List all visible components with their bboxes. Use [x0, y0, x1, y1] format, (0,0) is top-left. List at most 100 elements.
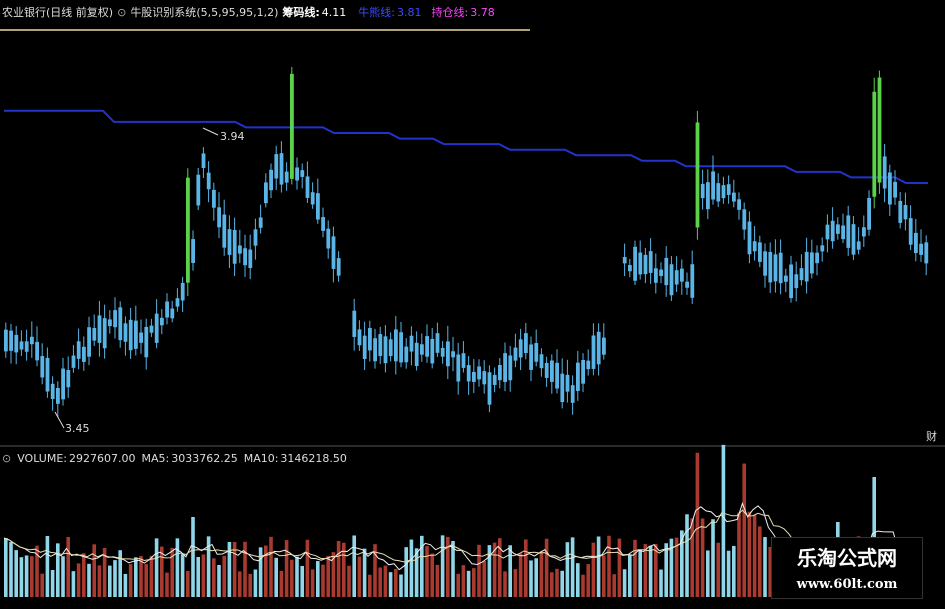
volume-bar — [461, 565, 466, 597]
volume-bar — [175, 538, 180, 597]
candle-body — [524, 333, 528, 354]
volume-bar — [487, 545, 492, 597]
volume-icon[interactable]: ⊙ — [2, 452, 11, 465]
volume-bar — [212, 558, 216, 597]
candle-body — [586, 360, 591, 370]
candle-body — [222, 214, 227, 248]
candle-body — [321, 217, 325, 231]
volume-label: VOLUME: — [17, 452, 67, 465]
candle-body — [716, 183, 721, 202]
indicator-icon[interactable]: ⊙ — [117, 6, 126, 19]
candle-body — [258, 217, 263, 228]
volume-bar — [14, 550, 18, 597]
candle-body — [92, 327, 97, 341]
candle-body — [253, 229, 258, 246]
candle-body — [466, 365, 471, 382]
indicator-params: (5,5,95,95,1,2) — [196, 5, 279, 19]
volume-bar — [357, 556, 362, 597]
volume-value: 2927607.00 — [69, 452, 136, 465]
volume-bar — [108, 565, 112, 597]
volume-bar — [503, 571, 507, 597]
candle-body — [40, 356, 45, 378]
volume-bar — [258, 547, 263, 597]
volume-bar — [113, 560, 117, 597]
candle-body — [232, 230, 237, 264]
candle-body — [633, 246, 637, 281]
volume-bar — [310, 569, 315, 597]
candle-body — [56, 388, 60, 404]
volume-bar — [425, 546, 429, 597]
volume-bar — [316, 561, 320, 597]
high-pointer — [202, 127, 219, 136]
stock-title[interactable]: 农业银行(日线 前复权) — [2, 4, 113, 20]
volume-bar — [243, 541, 247, 597]
volume-bar — [466, 570, 471, 597]
finance-marker[interactable]: 财 — [926, 428, 937, 444]
candle-body — [399, 332, 403, 363]
candle-body — [539, 354, 544, 369]
chip-line-label: 筹码线: — [282, 6, 320, 19]
candle-body — [664, 257, 669, 286]
candle-body — [279, 153, 284, 185]
candle-body — [149, 325, 154, 333]
candle-body — [862, 227, 866, 237]
volume-bar — [368, 574, 372, 597]
candle-body — [368, 328, 372, 351]
candle-body — [290, 73, 294, 179]
candle-body — [461, 353, 466, 368]
indicator-name: 牛股识别系统 — [130, 6, 197, 19]
volume-bar — [565, 542, 570, 597]
candle-body — [784, 275, 788, 282]
candle-body — [872, 91, 877, 197]
volume-bar — [61, 556, 65, 597]
volume-bar — [472, 568, 476, 597]
candle-body — [487, 372, 492, 405]
volume-bar — [628, 554, 632, 597]
volume-bar — [758, 526, 762, 597]
candle-body — [867, 197, 871, 230]
volume-bar — [576, 563, 580, 597]
candle-body — [191, 239, 195, 263]
candle-body — [758, 242, 762, 262]
candle-body — [695, 122, 700, 228]
candle-body — [846, 215, 851, 248]
volume-bar — [4, 538, 8, 597]
volume-bar — [71, 571, 76, 597]
candle-body — [706, 182, 710, 210]
candle-body — [893, 181, 897, 198]
volume-bar — [737, 512, 741, 597]
candle-body — [472, 371, 476, 382]
candle-body — [638, 252, 643, 275]
candle-body — [492, 374, 497, 385]
candle-body — [331, 236, 336, 269]
volume-bar — [560, 570, 564, 597]
candle-body — [898, 200, 903, 223]
volume-bar — [82, 553, 86, 597]
candle-body — [446, 341, 450, 367]
candle-body — [841, 225, 845, 240]
volume-bar — [404, 547, 408, 597]
volume-bar — [9, 542, 13, 597]
candle-body — [498, 364, 502, 381]
candle-body — [711, 171, 715, 200]
candle-body — [66, 370, 71, 388]
volume-bar — [321, 564, 325, 597]
candle-body — [685, 281, 689, 288]
volume-bar — [118, 550, 122, 597]
candle-body — [820, 245, 825, 252]
volume-bar — [191, 517, 195, 597]
volume-bar — [685, 514, 689, 597]
candle-body — [789, 264, 793, 299]
volume-bar — [300, 565, 304, 597]
candle-body — [508, 355, 513, 381]
volume-bar — [165, 572, 169, 597]
volume-bar — [633, 539, 637, 597]
candle-body — [243, 248, 247, 266]
stock-chart[interactable]: 3.94 3.45 — [0, 0, 945, 609]
candle-body — [810, 252, 814, 274]
candle-body — [503, 353, 507, 383]
candle-body — [721, 185, 726, 199]
candle-body — [659, 269, 663, 276]
volume-bar — [248, 573, 252, 597]
candle-body — [836, 224, 840, 234]
